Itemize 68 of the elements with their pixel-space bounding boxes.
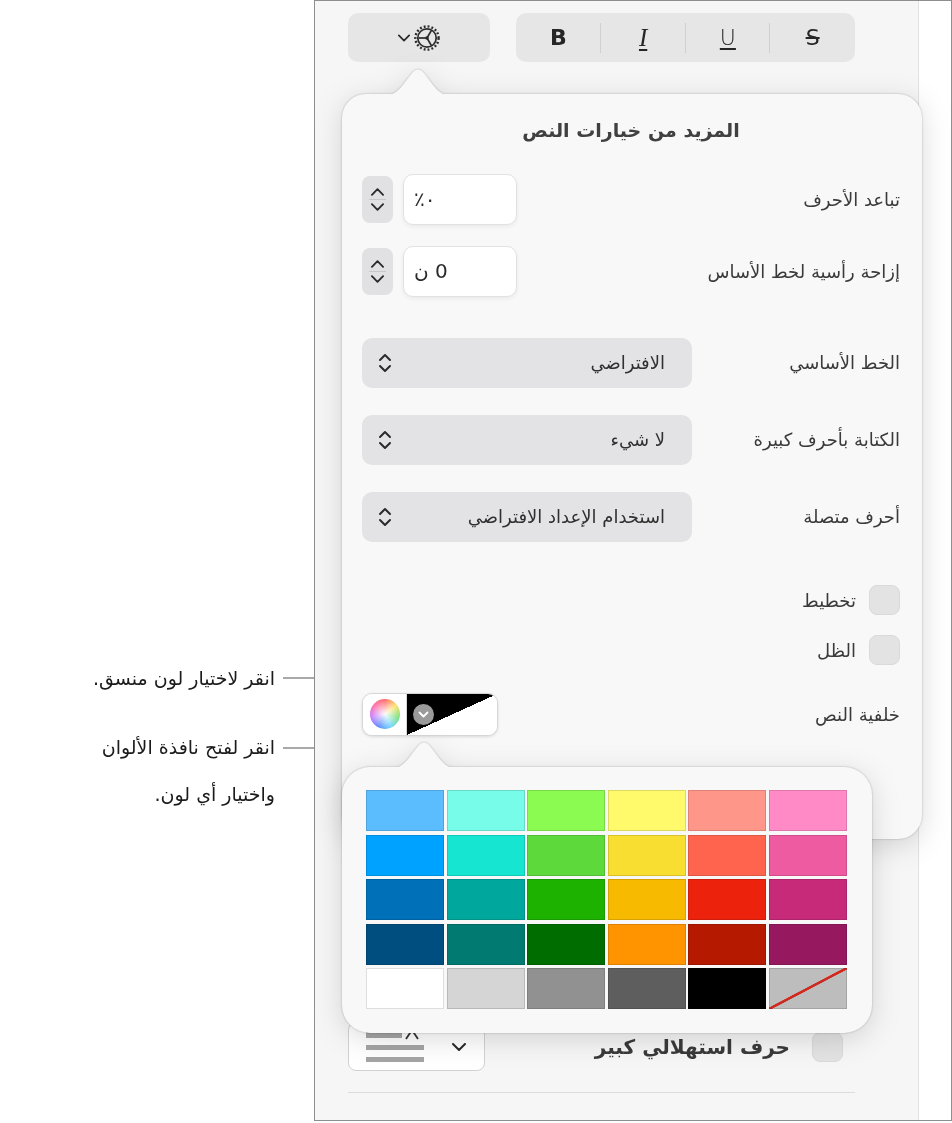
popover-title: المزيد من خيارات النص bbox=[521, 118, 741, 144]
chevron-down-icon bbox=[413, 703, 434, 725]
popup-button[interactable]: الافتراضي bbox=[362, 337, 692, 388]
color-swatch[interactable] bbox=[366, 968, 444, 1009]
callout-text: انقر لفتح نافذة الألوان واختيار أي لون. bbox=[101, 735, 275, 808]
chevron-down-icon bbox=[397, 33, 410, 42]
popup-button[interactable]: استخدام الإعداد الافتراضي bbox=[362, 491, 692, 542]
callout-text: انقر لاختيار لون منسق. bbox=[92, 666, 275, 692]
chevron-down-icon bbox=[371, 202, 384, 211]
color-swatch[interactable] bbox=[688, 834, 767, 876]
chevron-up-down-icon bbox=[378, 352, 392, 373]
color-swatch[interactable] bbox=[688, 879, 767, 920]
drop-cap-label: حرف استهلالي كبير bbox=[594, 1034, 790, 1059]
option-label: الخط الأساسي bbox=[789, 352, 900, 373]
color-swatch[interactable] bbox=[607, 879, 686, 920]
checkbox[interactable] bbox=[812, 1031, 843, 1062]
chevron-up-icon bbox=[371, 187, 384, 196]
color-swatch[interactable] bbox=[366, 879, 444, 920]
color-swatch[interactable] bbox=[527, 879, 606, 920]
chevron-down-icon bbox=[452, 1042, 466, 1051]
color-swatch[interactable] bbox=[527, 923, 606, 965]
color-swatch[interactable] bbox=[446, 790, 525, 831]
stepper[interactable] bbox=[362, 247, 393, 295]
chevron-down-icon bbox=[371, 274, 384, 283]
checkbox[interactable] bbox=[869, 635, 900, 665]
checkbox[interactable] bbox=[869, 585, 900, 615]
option-label: الكتابة بأحرف كبيرة bbox=[753, 429, 900, 450]
option-label: تخطيط bbox=[802, 589, 856, 611]
option-label: الظل bbox=[817, 639, 856, 661]
color-swatch[interactable] bbox=[366, 790, 444, 831]
color-swatch[interactable] bbox=[527, 834, 606, 876]
color-swatch[interactable] bbox=[607, 968, 686, 1009]
text-options-button[interactable] bbox=[348, 13, 490, 62]
color-swatch[interactable] bbox=[768, 923, 847, 965]
color-wheel-button[interactable] bbox=[363, 693, 407, 735]
color-swatch[interactable] bbox=[768, 834, 847, 876]
color-wheel-icon bbox=[369, 699, 400, 729]
color-swatch[interactable] bbox=[366, 923, 444, 965]
option-label: أحرف متصلة bbox=[803, 506, 900, 527]
color-swatch[interactable] bbox=[446, 923, 525, 965]
color-swatch[interactable] bbox=[607, 834, 686, 876]
color-swatch[interactable] bbox=[607, 790, 686, 831]
chevron-up-down-icon bbox=[378, 506, 392, 527]
value-field[interactable]: ٠٪ bbox=[403, 173, 517, 225]
color-swatch[interactable] bbox=[768, 790, 847, 831]
option-label: إزاحة رأسية لخط الأساس bbox=[707, 260, 900, 282]
color-swatch[interactable] bbox=[688, 968, 767, 1009]
color-swatch[interactable] bbox=[527, 790, 606, 831]
color-swatch[interactable] bbox=[527, 968, 606, 1009]
no-color-swatch[interactable] bbox=[768, 968, 847, 1009]
color-swatch[interactable] bbox=[688, 923, 767, 965]
chevron-up-icon bbox=[371, 259, 384, 268]
color-swatch[interactable] bbox=[446, 834, 525, 876]
value-field[interactable]: 0 ن bbox=[403, 245, 517, 297]
stepper[interactable] bbox=[362, 175, 393, 223]
color-swatch[interactable] bbox=[688, 790, 767, 831]
color-swatch-button[interactable] bbox=[407, 693, 497, 735]
option-label: خلفية النص bbox=[815, 703, 900, 725]
chevron-up-down-icon bbox=[378, 429, 392, 450]
popup-button[interactable]: لا شيء bbox=[362, 414, 692, 465]
strikethrough-button[interactable]: S bbox=[770, 13, 855, 62]
color-swatch[interactable] bbox=[768, 879, 847, 920]
color-swatch[interactable] bbox=[607, 923, 686, 965]
option-label: تباعد الأحرف bbox=[803, 188, 900, 210]
color-swatch[interactable] bbox=[446, 968, 525, 1009]
color-swatch[interactable] bbox=[366, 834, 444, 876]
color-swatch[interactable] bbox=[446, 879, 525, 920]
gear-icon bbox=[412, 23, 441, 52]
